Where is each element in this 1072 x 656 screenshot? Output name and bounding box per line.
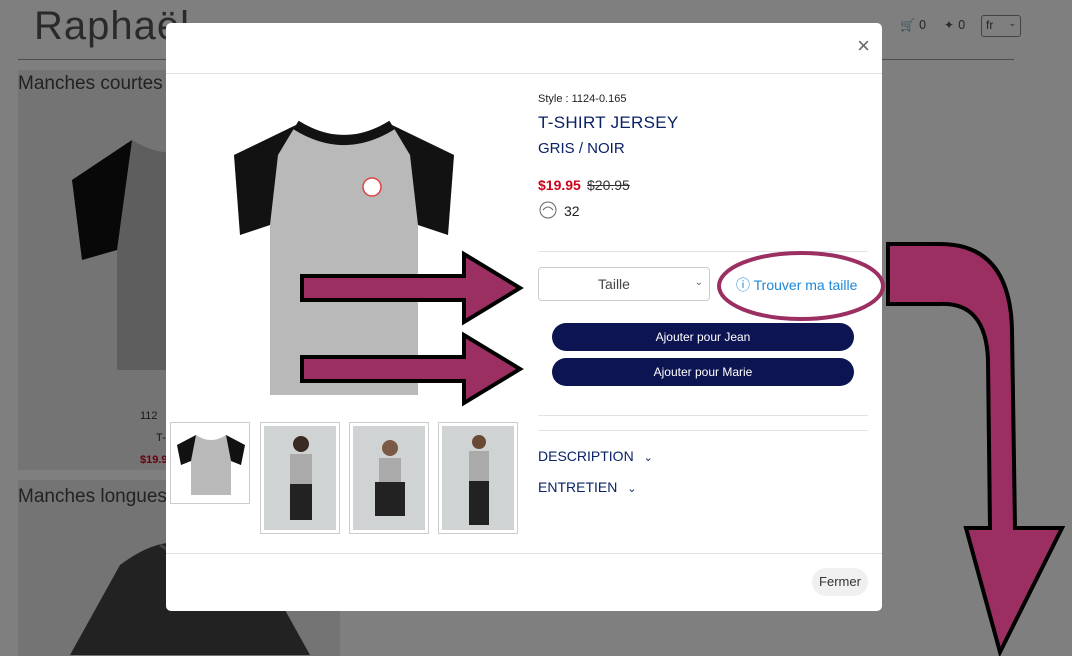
chevron-down-icon: ⌄ bbox=[627, 483, 637, 495]
accordion-description[interactable]: DESCRIPTION ⌄ bbox=[538, 448, 653, 464]
points-icon bbox=[539, 201, 557, 219]
product-modal: × Style: 1124-0.165 T-SHIRT JERSEY GRIS… bbox=[166, 23, 882, 611]
chevron-down-icon: ⌄ bbox=[643, 452, 653, 464]
accordion-description-label: DESCRIPTION bbox=[538, 448, 634, 464]
product-color: GRIS / NOIR bbox=[538, 140, 625, 157]
close-icon[interactable]: × bbox=[857, 33, 870, 59]
thumbnail-2[interactable] bbox=[260, 422, 340, 534]
find-my-size-link[interactable]: ⓘ Trouver ma taille bbox=[736, 275, 857, 295]
modal-header: × bbox=[166, 23, 882, 74]
accordion-care[interactable]: ENTRETIEN ⌄ bbox=[538, 479, 636, 495]
divider bbox=[538, 415, 868, 416]
thumbnail-1[interactable] bbox=[170, 422, 250, 504]
modal-footer: Fermer bbox=[166, 553, 882, 611]
thumbnail-4[interactable] bbox=[438, 422, 518, 534]
accordion-care-label: ENTRETIEN bbox=[538, 479, 618, 495]
divider bbox=[538, 251, 868, 252]
product-points: 32 bbox=[564, 203, 580, 219]
chevron-down-icon: ⌄ bbox=[694, 277, 703, 288]
divider bbox=[538, 430, 868, 431]
product-name: T-SHIRT JERSEY bbox=[538, 113, 679, 132]
thumbnail-3[interactable] bbox=[349, 422, 429, 534]
add-for-marie-button[interactable]: Ajouter pour Marie bbox=[552, 358, 854, 386]
price-current: $19.95 bbox=[538, 177, 581, 193]
add-for-jean-button[interactable]: Ajouter pour Jean bbox=[552, 323, 854, 351]
size-select[interactable]: Taille ⌄ bbox=[538, 267, 710, 301]
product-main-image bbox=[234, 120, 454, 395]
size-select-value: Taille bbox=[598, 276, 630, 292]
close-button[interactable]: Fermer bbox=[812, 568, 868, 596]
price-original: $20.95 bbox=[587, 177, 630, 193]
product-style: Style : 1124-0.165 bbox=[538, 93, 627, 105]
